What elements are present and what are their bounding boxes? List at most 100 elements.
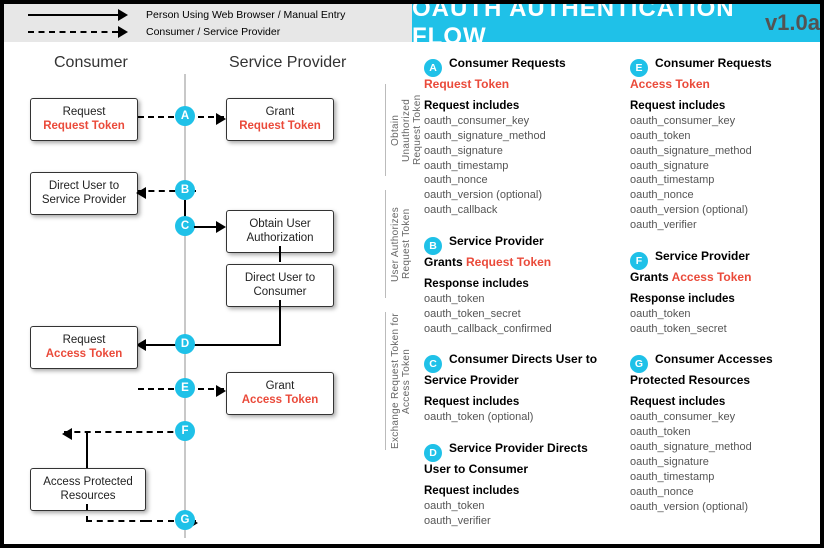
column-header-provider: Service Provider	[229, 54, 346, 72]
box-request-access-token: Request Access Token	[30, 326, 138, 369]
step-badge-a: A	[424, 59, 442, 77]
step-c-params: oauth_token (optional)	[424, 410, 610, 425]
box-text: Authorization	[237, 231, 323, 245]
box-text: Request Token	[237, 119, 323, 133]
step-b-sub: Response includes	[424, 278, 610, 290]
step-badge-c: C	[424, 355, 442, 373]
box-text: Service Provider	[41, 193, 127, 207]
step-d-sub: Request includes	[424, 485, 610, 497]
badge-c: C	[175, 216, 195, 236]
flow-diagram: Obtain Unauthorized Request Token User A…	[4, 76, 412, 546]
badge-g: G	[175, 510, 195, 530]
badge-f: F	[175, 421, 195, 441]
vseg-f-g	[86, 432, 88, 468]
column-header-consumer: Consumer	[54, 54, 128, 72]
box-text: Request	[41, 105, 127, 119]
diagram-frame: Person Using Web Browser / Manual Entry …	[0, 0, 824, 548]
center-divider	[184, 74, 186, 538]
step-e-title-1: Consumer Requests	[655, 56, 772, 70]
step-badge-b: B	[424, 237, 442, 255]
step-g-sub: Request includes	[630, 396, 816, 408]
step-d-params: oauth_tokenoauth_verifier	[424, 499, 610, 529]
stage-line-1	[385, 84, 386, 176]
box-text: Direct User to	[41, 179, 127, 193]
step-e-params: oauth_consumer_keyoauth_tokenoauth_signa…	[630, 114, 816, 233]
details-col-left: A Consumer Requests Request Token Request …	[424, 56, 610, 544]
step-a-sub: Request includes	[424, 100, 610, 112]
arrow-dashed-icon	[28, 27, 128, 37]
step-c-sub: Request includes	[424, 396, 610, 408]
box-text: Request Token	[41, 119, 127, 133]
step-f: F Service Provider Grants Access Token Res…	[630, 249, 816, 337]
step-f-title-2a: Grants	[630, 270, 672, 284]
step-e-sub: Request includes	[630, 100, 816, 112]
badge-d: D	[175, 334, 195, 354]
step-badge-g: G	[630, 355, 648, 373]
box-access-protected-resources: Access Protected Resources	[30, 468, 146, 511]
box-text: Resources	[41, 489, 135, 503]
details-col-right: E Consumer Requests Access Token Request i…	[630, 56, 816, 544]
step-b-params: oauth_tokenoauth_token_secretoauth_callb…	[424, 292, 610, 337]
step-badge-e: E	[630, 59, 648, 77]
box-text: Grant	[237, 379, 323, 393]
step-g: G Consumer Accesses Protected Resources Re…	[630, 352, 816, 514]
arrow-d-top	[224, 344, 281, 346]
step-f-sub: Response includes	[630, 293, 816, 305]
step-b-title-1: Service Provider	[449, 234, 544, 248]
box-text: Consumer	[237, 285, 323, 299]
legend: Person Using Web Browser / Manual Entry …	[4, 4, 412, 42]
vseg-c2-d	[279, 300, 281, 344]
step-badge-d: D	[424, 444, 442, 462]
step-c-title-2: Service Provider	[424, 373, 519, 387]
box-text: Request	[41, 333, 127, 347]
step-c: C Consumer Directs User to Service Provide…	[424, 352, 610, 425]
stage-label-1: Obtain Unauthorized Request Token	[390, 84, 402, 176]
step-a-params: oauth_consumer_keyoauth_signature_method…	[424, 114, 610, 218]
header-title: OAUTH AUTHENTICATION FLOW	[412, 0, 755, 51]
box-text: Access Token	[41, 347, 127, 361]
box-text: Obtain User	[237, 217, 323, 231]
step-f-title-1: Service Provider	[655, 249, 750, 263]
box-text: Access Token	[237, 393, 323, 407]
badge-e: E	[175, 378, 195, 398]
box-text: Access Protected	[41, 475, 135, 489]
step-d-title-2: User to Consumer	[424, 462, 528, 476]
step-f-params: oauth_tokenoauth_token_secret	[630, 307, 816, 337]
step-g-params: oauth_consumer_keyoauth_tokenoauth_signa…	[630, 410, 816, 514]
step-g-title-1: Consumer Accesses	[655, 352, 773, 366]
box-direct-user-to-sp: Direct User to Service Provider	[30, 172, 138, 215]
step-d-title-1: Service Provider Directs	[449, 441, 588, 455]
legend-dashed-label: Consumer / Service Provider	[146, 26, 280, 38]
stage-label-3: Exchange Request Token for Access Token	[390, 312, 402, 450]
stage-line-2	[385, 190, 386, 298]
arrow-g-h	[86, 520, 146, 522]
box-request-request-token: Request Request Token	[30, 98, 138, 141]
details-panel: A Consumer Requests Request Token Request …	[424, 56, 816, 544]
vseg-c-c2	[279, 246, 281, 262]
header: OAUTH AUTHENTICATION FLOW v1.0a	[412, 4, 820, 42]
step-g-title-2: Protected Resources	[630, 373, 750, 387]
step-e-title-2: Access Token	[630, 77, 710, 91]
badge-a: A	[175, 106, 195, 126]
arrow-c	[194, 226, 224, 228]
stage-label-2: User Authorizes Request Token	[390, 190, 402, 298]
step-b-title-2b: Request Token	[466, 255, 551, 269]
box-grant-access-token: Grant Access Token	[226, 372, 334, 415]
step-a: A Consumer Requests Request Token Request …	[424, 56, 610, 218]
step-b-title-2a: Grants	[424, 255, 466, 269]
arrow-solid-icon	[28, 10, 128, 20]
step-b: B Service Provider Grants Request Token Re…	[424, 234, 610, 337]
box-grant-request-token: Grant Request Token	[226, 98, 334, 141]
step-a-title-2: Request Token	[424, 77, 509, 91]
step-badge-f: F	[630, 252, 648, 270]
step-f-title-2b: Access Token	[672, 270, 752, 284]
step-a-title-1: Consumer Requests	[449, 56, 566, 70]
box-text: Grant	[237, 105, 323, 119]
header-version: v1.0a	[765, 10, 820, 36]
legend-row-solid: Person Using Web Browser / Manual Entry	[28, 6, 412, 23]
box-text: Direct User to	[237, 271, 323, 285]
step-d: D Service Provider Directs User to Consume…	[424, 441, 610, 529]
stage-line-3	[385, 312, 386, 450]
step-c-title-1: Consumer Directs User to	[449, 352, 597, 366]
step-e: E Consumer Requests Access Token Request i…	[630, 56, 816, 233]
